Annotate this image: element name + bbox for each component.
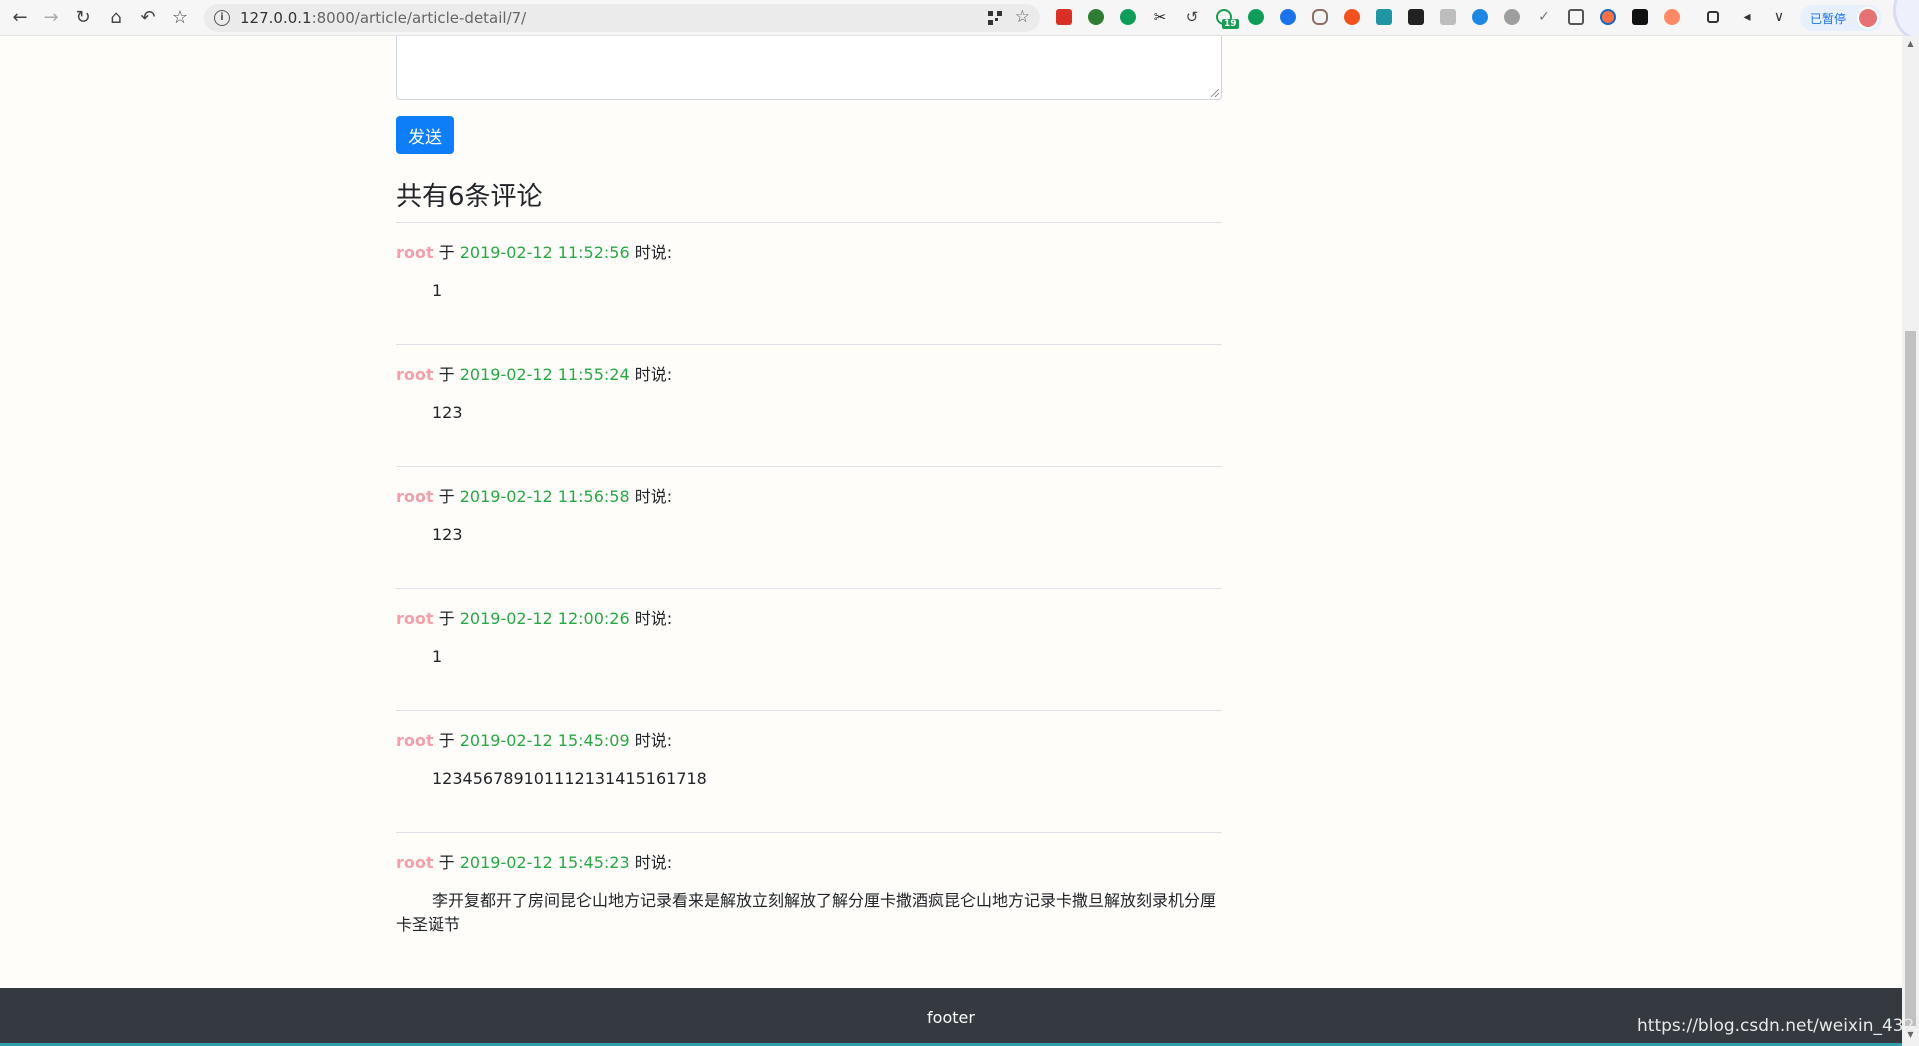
scissors-icon[interactable]: ✂: [1152, 9, 1168, 25]
comment-item: root 于 2019-02-12 11:55:24 时说: 123: [396, 344, 1222, 466]
comments-count-title: 共有6条评论: [396, 182, 543, 212]
comment-timestamp: 2019-02-12 11:52:56: [459, 243, 630, 262]
scroll-up-arrow-icon[interactable]: ▲: [1905, 39, 1916, 49]
comment-username: root: [396, 731, 434, 750]
watermark-text: https://blog.csdn.net/weixin_43249914: [1637, 1016, 1919, 1036]
comment-suffix: 时说:: [634, 731, 673, 750]
comment-prefix: 于: [438, 365, 455, 384]
comment-username: root: [396, 487, 434, 506]
footer-text: footer: [927, 1007, 975, 1027]
extension-paw-icon[interactable]: [1120, 9, 1136, 25]
comment-suffix: 时说:: [634, 609, 673, 628]
home-icon[interactable]: ⌂: [105, 7, 127, 29]
reload-icon[interactable]: ↻: [72, 7, 94, 29]
comment-suffix: 时说:: [634, 487, 673, 506]
url-text: 127.0.0.1:8000/article/article-detail/7/: [240, 9, 526, 27]
comment-item: root 于 2019-02-12 15:45:23 时说: 李开复都开了房间昆…: [396, 832, 1222, 954]
browser-corner-decoration: [1893, 0, 1919, 40]
site-info-icon[interactable]: i: [214, 10, 230, 26]
comment-item: root 于 2019-02-12 12:00:26 时说: 1: [396, 588, 1222, 710]
comment-list: root 于 2019-02-12 11:52:56 时说: 1 root 于 …: [396, 222, 1222, 954]
extension-x-icon[interactable]: [1472, 9, 1488, 25]
extension-s-icon[interactable]: [1376, 9, 1392, 25]
comment-item: root 于 2019-02-12 15:45:09 时说: 123456789…: [396, 710, 1222, 832]
bookmark-page-icon[interactable]: ☆: [1015, 7, 1030, 27]
extension-fox-icon[interactable]: [1664, 9, 1680, 25]
crop-icon[interactable]: [1707, 11, 1719, 23]
cloud-icon[interactable]: [1504, 9, 1520, 25]
comment-body: 123: [432, 525, 463, 544]
comment-textarea[interactable]: [396, 36, 1222, 100]
comment-body: 123: [432, 403, 463, 422]
extension-blue-icon[interactable]: [1280, 9, 1296, 25]
comment-body: 123456789101112131415161718: [432, 769, 707, 788]
comment-meta: root 于 2019-02-12 12:00:26 时说:: [396, 605, 672, 629]
window-icon[interactable]: [1568, 9, 1584, 25]
extension-red-icon[interactable]: [1056, 9, 1072, 25]
extension-globe-icon[interactable]: [1088, 9, 1104, 25]
qr-code-icon[interactable]: [988, 11, 1002, 25]
comment-timestamp: 2019-02-12 15:45:09: [459, 731, 630, 750]
paused-label: 已暂停: [1810, 11, 1847, 26]
address-bar[interactable]: i 127.0.0.1:8000/article/article-detail/…: [204, 4, 1040, 32]
extension-orange-icon[interactable]: [1344, 9, 1360, 25]
comment-prefix: 于: [438, 609, 455, 628]
comment-body: 1: [432, 647, 443, 666]
extension-gray-icon[interactable]: [1440, 9, 1456, 25]
chevron-down-icon[interactable]: ∨: [1771, 9, 1787, 25]
comment-meta: root 于 2019-02-12 11:56:58 时说:: [396, 483, 672, 507]
comment-meta: root 于 2019-02-12 15:45:23 时说:: [396, 849, 672, 873]
comment-username: root: [396, 853, 434, 872]
comment-meta: root 于 2019-02-12 11:55:24 时说:: [396, 361, 672, 385]
comment-prefix: 于: [438, 731, 455, 750]
extension-dark-icon[interactable]: [1408, 9, 1424, 25]
comment-item: root 于 2019-02-12 11:52:56 时说: 1: [396, 222, 1222, 344]
comment-username: root: [396, 609, 434, 628]
forward-icon[interactable]: →: [40, 7, 62, 29]
page-footer: footer: [0, 988, 1902, 1046]
glasses-icon[interactable]: [1312, 9, 1328, 25]
extension-firefox-icon[interactable]: [1600, 9, 1616, 25]
url-host: 127.0.0.1: [240, 9, 312, 27]
comment-username: root: [396, 365, 434, 384]
checkmark-icon[interactable]: ✓: [1536, 9, 1552, 25]
comment-item: root 于 2019-02-12 11:56:58 时说: 123: [396, 466, 1222, 588]
undo-icon[interactable]: ↶: [137, 7, 159, 29]
comment-timestamp: 2019-02-12 12:00:26: [459, 609, 630, 628]
volume-icon[interactable]: ◂: [1739, 9, 1755, 25]
scrollbar-thumb[interactable]: [1905, 331, 1916, 1026]
history-icon[interactable]: ↺: [1184, 9, 1200, 25]
comment-suffix: 时说:: [634, 365, 673, 384]
comment-suffix: 时说:: [634, 853, 673, 872]
comment-timestamp: 2019-02-12 15:45:23: [459, 853, 630, 872]
back-icon[interactable]: ←: [9, 7, 31, 29]
comment-body: 1: [432, 281, 443, 300]
comment-meta: root 于 2019-02-12 15:45:09 时说:: [396, 727, 672, 751]
extension-ghost-icon[interactable]: [1632, 9, 1648, 25]
comment-timestamp: 2019-02-12 11:56:58: [459, 487, 630, 506]
send-button[interactable]: 发送: [396, 116, 454, 154]
comment-meta: root 于 2019-02-12 11:52:56 时说:: [396, 239, 672, 263]
resize-grip-icon[interactable]: [1211, 89, 1219, 97]
bookmark-star-icon[interactable]: ☆: [169, 7, 191, 29]
comment-username: root: [396, 243, 434, 262]
extension-badge: 19: [1222, 19, 1239, 29]
comment-suffix: 时说:: [634, 243, 673, 262]
browser-toolbar: ← → ↻ ⌂ ↶ ☆ i 127.0.0.1:8000/article/art…: [0, 0, 1919, 40]
comment-prefix: 于: [438, 243, 455, 262]
comment-timestamp: 2019-02-12 11:55:24: [459, 365, 630, 384]
url-path: :8000/article/article-detail/7/: [311, 9, 527, 27]
extension-green-icon[interactable]: [1248, 9, 1264, 25]
comment-body: 李开复都开了房间昆仑山地方记录看来是解放立刻解放了解分厘卡撒酒疯昆仑山地方记录卡…: [396, 891, 1217, 934]
comment-prefix: 于: [438, 853, 455, 872]
comment-prefix: 于: [438, 487, 455, 506]
profile-avatar[interactable]: [1857, 7, 1879, 29]
